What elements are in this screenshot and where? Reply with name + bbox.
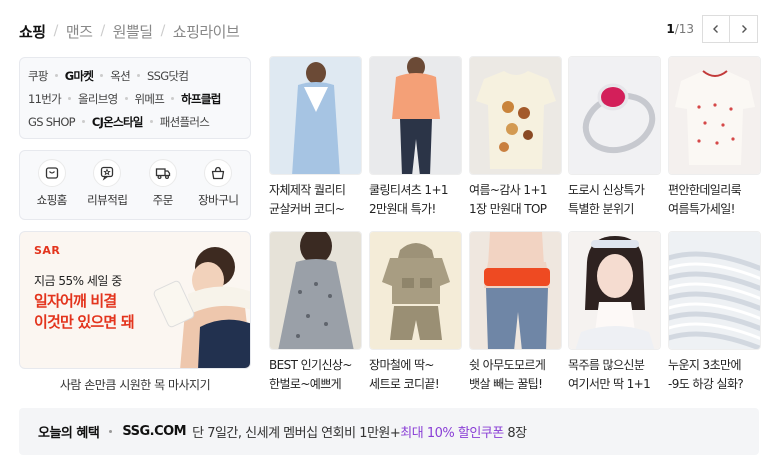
chevron-left-icon <box>713 25 718 33</box>
product-name: 장마철에 딱~ 세트로 코디끝! <box>369 358 440 391</box>
mall-link-halfclub[interactable]: 하프클럽 <box>181 91 221 107</box>
separator-dot <box>171 97 175 100</box>
mall-link-gsshop[interactable]: GS SHOP <box>28 115 76 129</box>
separator-dot <box>54 74 58 77</box>
product-name: 누운지 3초만에 -9도 하강 실화? <box>668 358 744 391</box>
quick-label: 주문 <box>152 193 174 207</box>
todays-benefit-bar[interactable]: 오늘의 혜택 SSG.COM 단 7일간, 신세계 멤버십 연회비 1만원+ 최… <box>19 408 759 455</box>
mall-link-11st[interactable]: 11번가 <box>28 91 62 107</box>
tab-divider: / <box>100 23 105 39</box>
product-image <box>668 56 761 175</box>
mall-row: 쿠팡 G마켓 옥션 SSG닷컴 <box>28 64 242 87</box>
product-image <box>269 56 362 175</box>
product-card[interactable]: 쉿 아무도모르게 뱃살 빼는 꿀팁! <box>469 231 562 394</box>
product-image <box>668 231 761 350</box>
mall-link-coupang[interactable]: 쿠팡 <box>28 68 48 84</box>
tab-divider: / <box>53 23 59 39</box>
product-image <box>269 231 362 350</box>
ad-model-image <box>153 247 250 368</box>
mall-row: 11번가 올리브영 위메프 하프클럽 <box>28 87 242 110</box>
product-card[interactable]: 여름~감사 1+1 1장 만원대 TOP <box>469 56 562 219</box>
chevron-right-icon <box>741 25 747 33</box>
product-image <box>568 231 661 350</box>
product-name: 편안한데일리룩 여름특가세일! <box>668 183 742 216</box>
product-name: BEST 인기신상~ 한벌로~예쁘게 <box>269 358 352 391</box>
separator-dot <box>137 74 141 77</box>
product-card[interactable]: BEST 인기신상~ 한벌로~예쁘게 <box>269 231 362 394</box>
quick-review-points[interactable]: 리뷰적립 <box>81 159 133 219</box>
separator-dot <box>149 120 153 123</box>
benefit-label: 오늘의 혜택 <box>38 426 100 441</box>
product-card[interactable]: 누운지 3초만에 -9도 하강 실화? <box>668 231 761 394</box>
product-image <box>469 231 562 350</box>
separator-dot <box>124 97 128 100</box>
mall-link-gmarket[interactable]: G마켓 <box>65 68 94 84</box>
product-card[interactable]: 자체제작 퀄리티 균살커버 코디~ <box>269 56 362 219</box>
benefit-suffix: 8장 <box>503 426 527 441</box>
product-name: 여름~감사 1+1 1장 만원대 TOP <box>469 183 548 216</box>
delivery-truck-icon <box>148 159 177 187</box>
product-image <box>369 231 462 350</box>
product-image <box>568 56 661 175</box>
quick-cart[interactable]: 장바구니 <box>192 159 244 219</box>
product-name: 쿨링티셔츠 1+1 2만원대 특가! <box>369 183 449 216</box>
benefit-text: 단 7일간, 신세계 멤버십 연회비 1만원+ <box>192 426 401 441</box>
product-card[interactable]: 목주름 많으신분 여기서만 딱 1+1 <box>568 231 661 394</box>
quick-shopping-home[interactable]: 쇼핑홈 <box>26 159 78 219</box>
product-card[interactable]: 편안한데일리룩 여름특가세일! <box>668 56 761 219</box>
current-page: 1 <box>666 22 675 36</box>
next-page-button[interactable] <box>730 15 758 43</box>
quick-label: 쇼핑홈 <box>36 193 68 207</box>
separator-dot <box>81 120 85 123</box>
product-card[interactable]: 쿨링티셔츠 1+1 2만원대 특가! <box>369 56 462 219</box>
benefit-brand: SSG.COM <box>122 424 187 439</box>
product-name: 도로시 신상특가 특별한 분위기 <box>568 183 645 216</box>
total-pages: /13 <box>674 22 694 36</box>
mall-link-cjonstyle[interactable]: CJ온스타일 <box>92 114 144 130</box>
quick-label: 리뷰적립 <box>87 193 128 207</box>
separator-dot <box>68 97 71 100</box>
tab-one-plus-deal[interactable]: 원쁠딜 <box>113 21 153 42</box>
mall-link-auction[interactable]: 옥션 <box>110 68 130 84</box>
product-name: 자체제작 퀄리티 균살커버 코디~ <box>269 183 346 216</box>
mall-link-ssg[interactable]: SSG닷컴 <box>147 68 189 84</box>
mall-row: GS SHOP CJ온스타일 패션플러스 <box>28 110 242 133</box>
page-indicator: 1/13 <box>666 22 694 36</box>
tab-mens[interactable]: 맨즈 <box>66 21 93 42</box>
mall-link-wemakeprice[interactable]: 위메프 <box>135 91 165 107</box>
review-star-icon <box>93 159 122 187</box>
tab-divider: / <box>160 23 166 39</box>
tab-shopping[interactable]: 쇼핑 <box>19 21 46 42</box>
shopping-tabs: 쇼핑 / 맨즈 / 원쁠딜 / 쇼핑라이브 <box>19 20 240 42</box>
quick-menu: 쇼핑홈 리뷰적립 주문 장바구니 <box>19 150 251 220</box>
product-image <box>369 56 462 175</box>
separator-dot <box>100 74 104 77</box>
mall-links: 쿠팡 G마켓 옥션 SSG닷컴 11번가 올리브영 위메프 하프클럽 GS SH… <box>19 57 251 139</box>
product-card[interactable]: 장마철에 딱~ 세트로 코디끝! <box>369 231 462 394</box>
shopping-home-icon <box>37 159 66 187</box>
quick-orders[interactable]: 주문 <box>137 159 189 219</box>
mall-link-oliveyoung[interactable]: 올리브영 <box>78 91 118 107</box>
pager: 1/13 <box>666 15 758 43</box>
product-name: 목주름 많으신분 여기서만 딱 1+1 <box>568 358 651 391</box>
benefit-highlight: 최대 10% 할인쿠폰 <box>400 426 504 441</box>
ad-banner[interactable]: SAR 지금 55% 세일 중 일자어깨 비결 이것만 있으면 돼 <box>19 231 251 369</box>
product-name: 쉿 아무도모르게 뱃살 빼는 꿀팁! <box>469 358 546 391</box>
quick-label: 장바구니 <box>198 193 239 207</box>
product-image <box>469 56 562 175</box>
shopping-bag-icon <box>204 159 233 187</box>
mall-link-fashionplus[interactable]: 패션플러스 <box>160 114 210 130</box>
ad-caption[interactable]: 사람 손만큼 시원한 목 마사지기 <box>19 376 251 393</box>
prev-page-button[interactable] <box>702 15 730 43</box>
tab-shopping-live[interactable]: 쇼핑라이브 <box>173 21 240 42</box>
product-card[interactable]: 도로시 신상특가 특별한 분위기 <box>568 56 661 219</box>
separator-dot <box>109 430 113 433</box>
